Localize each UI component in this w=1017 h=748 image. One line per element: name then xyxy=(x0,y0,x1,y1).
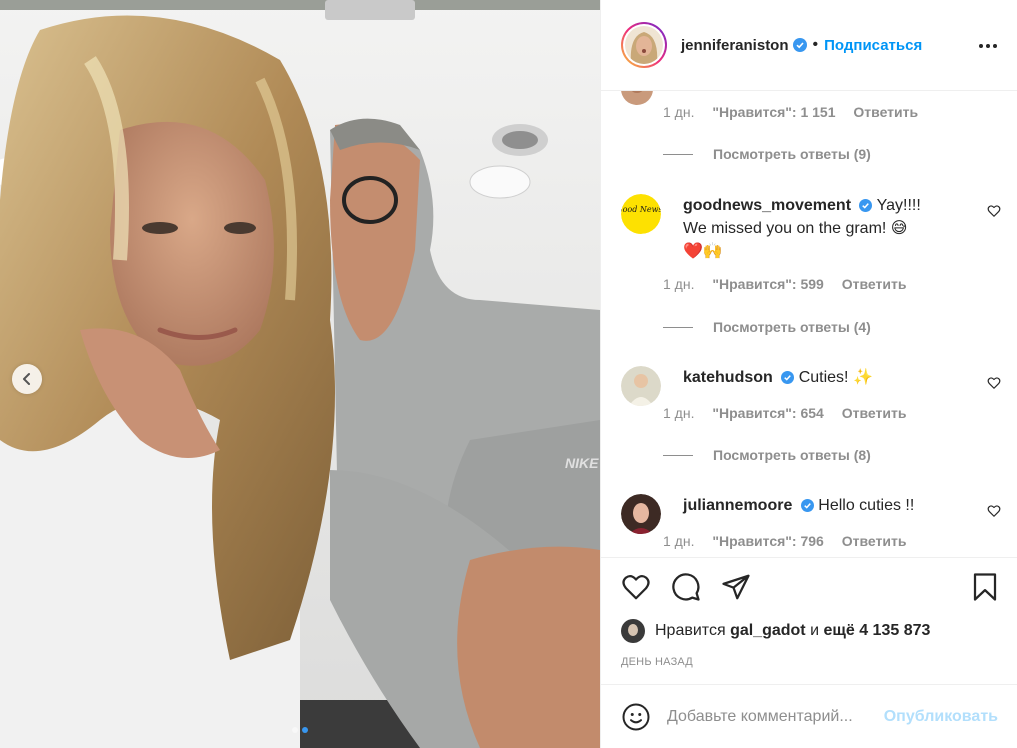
liked-by-prefix: Нравится xyxy=(655,622,726,639)
liked-by-user[interactable]: gal_gadot xyxy=(730,622,806,640)
comment-body: juliannemoore Hello cuties !! xyxy=(683,494,963,517)
comment-body: katehudson Cuties! ✨ xyxy=(683,366,963,389)
story-ring[interactable] xyxy=(621,22,667,68)
comment-likes-count[interactable]: "Нравится": 599 xyxy=(712,276,823,292)
post-time[interactable]: ДЕНЬ НАЗАД xyxy=(621,656,693,668)
post-photo[interactable]: NIKE xyxy=(0,0,600,748)
view-replies-label: Посмотреть ответы (9) xyxy=(713,146,871,162)
comment-icon[interactable] xyxy=(671,572,701,602)
comment-likes-count[interactable]: "Нравится": 1 151 xyxy=(712,104,835,120)
likes-count[interactable]: ещё 4 135 873 xyxy=(823,622,930,640)
avatar[interactable] xyxy=(621,494,661,534)
verified-badge-icon xyxy=(859,199,873,212)
verified-badge-icon xyxy=(800,499,814,512)
replies-divider xyxy=(663,326,693,328)
verified-badge-icon xyxy=(792,38,807,52)
comment-text: Hello cuties !! xyxy=(818,497,915,514)
comments-list[interactable]: 1 дн. "Нравится": 1 151 Ответить Посмотр… xyxy=(601,91,1017,557)
bookmark-icon[interactable] xyxy=(970,572,1000,602)
carousel-indicator xyxy=(0,727,600,733)
comment-reply-button[interactable]: Ответить xyxy=(842,533,907,549)
post-author-username[interactable]: jenniferaniston xyxy=(681,37,789,54)
add-comment-bar: Добавьте комментарий... Опубликовать xyxy=(601,684,1017,748)
comment-text: We missed you on the gram! 😅 xyxy=(683,220,908,237)
chevron-left-icon xyxy=(23,373,30,385)
carousel-prev-button[interactable] xyxy=(12,364,42,394)
emoji-icon[interactable] xyxy=(621,702,651,732)
comment-reply-button[interactable]: Ответить xyxy=(853,104,918,120)
comment-text: Cuties! ✨ xyxy=(798,369,873,386)
view-replies-label: Посмотреть ответы (8) xyxy=(713,447,871,463)
comment-body: goodnews_movement Yay!!!! We missed you … xyxy=(683,194,963,263)
replies-divider xyxy=(663,153,693,155)
replies-divider xyxy=(663,454,693,456)
heart-icon[interactable] xyxy=(987,504,1001,518)
avatar[interactable] xyxy=(621,366,661,406)
avatar[interactable]: Good News! xyxy=(621,194,661,234)
view-replies-label: Посмотреть ответы (4) xyxy=(713,319,871,335)
publish-button[interactable]: Опубликовать xyxy=(884,708,998,726)
carousel-dot-active xyxy=(302,727,308,733)
comment-reply-button[interactable]: Ответить xyxy=(842,405,907,421)
selfie-photo: NIKE xyxy=(0,0,600,748)
separator-dot: • xyxy=(812,36,819,53)
comment-time[interactable]: 1 дн. xyxy=(663,405,694,421)
heart-icon[interactable] xyxy=(621,572,651,602)
comment-meta: 1 дн. "Нравится": 654 Ответить xyxy=(663,405,920,421)
comment-reply-button[interactable]: Ответить xyxy=(842,276,907,292)
avatar xyxy=(625,26,663,64)
avatar-text: Good News! xyxy=(621,205,661,214)
comment-meta: 1 дн. "Нравится": 599 Ответить xyxy=(663,276,920,292)
view-replies-button[interactable]: Посмотреть ответы (8) xyxy=(663,447,871,463)
comment-username[interactable]: juliannemoore xyxy=(683,497,792,514)
avatar[interactable] xyxy=(621,619,645,643)
comment-username[interactable]: katehudson xyxy=(683,369,773,386)
comment-meta: 1 дн. "Нравится": 1 151 Ответить xyxy=(663,104,932,120)
comment-text: ❤️🙌 xyxy=(683,243,723,260)
verified-badge-icon xyxy=(781,371,795,384)
heart-icon[interactable] xyxy=(987,376,1001,390)
comment-time[interactable]: 1 дн. xyxy=(663,533,694,549)
carousel-dot xyxy=(292,727,298,733)
follow-button[interactable]: Подписаться xyxy=(824,37,922,54)
avatar[interactable] xyxy=(621,91,653,105)
view-replies-button[interactable]: Посмотреть ответы (4) xyxy=(663,319,871,335)
heart-icon[interactable] xyxy=(987,204,1001,218)
comment-time[interactable]: 1 дн. xyxy=(663,276,694,292)
comment-time[interactable]: 1 дн. xyxy=(663,104,694,120)
comment-meta: 1 дн. "Нравится": 796 Ответить xyxy=(663,533,920,549)
more-icon[interactable] xyxy=(978,36,998,56)
liked-by-connector: и xyxy=(810,622,820,639)
comment-likes-count[interactable]: "Нравится": 654 xyxy=(712,405,823,421)
comment-username[interactable]: goodnews_movement xyxy=(683,197,851,214)
post-header: jenniferaniston • Подписаться xyxy=(601,0,1017,91)
liked-by: Нравится gal_gadot и ещё 4 135 873 xyxy=(621,619,930,643)
share-icon[interactable] xyxy=(721,572,751,602)
comment-text: Yay!!!! xyxy=(876,197,921,214)
comment-likes-count[interactable]: "Нравится": 796 xyxy=(712,533,823,549)
view-replies-button[interactable]: Посмотреть ответы (9) xyxy=(663,146,871,162)
post-side-panel: jenniferaniston • Подписаться 1 дн. "Нра… xyxy=(600,0,1017,748)
post-actions: Нравится gal_gadot и ещё 4 135 873 ДЕНЬ … xyxy=(601,557,1017,684)
svg-text:NIKE: NIKE xyxy=(565,455,599,471)
comment-input[interactable]: Добавьте комментарий... xyxy=(667,708,884,726)
